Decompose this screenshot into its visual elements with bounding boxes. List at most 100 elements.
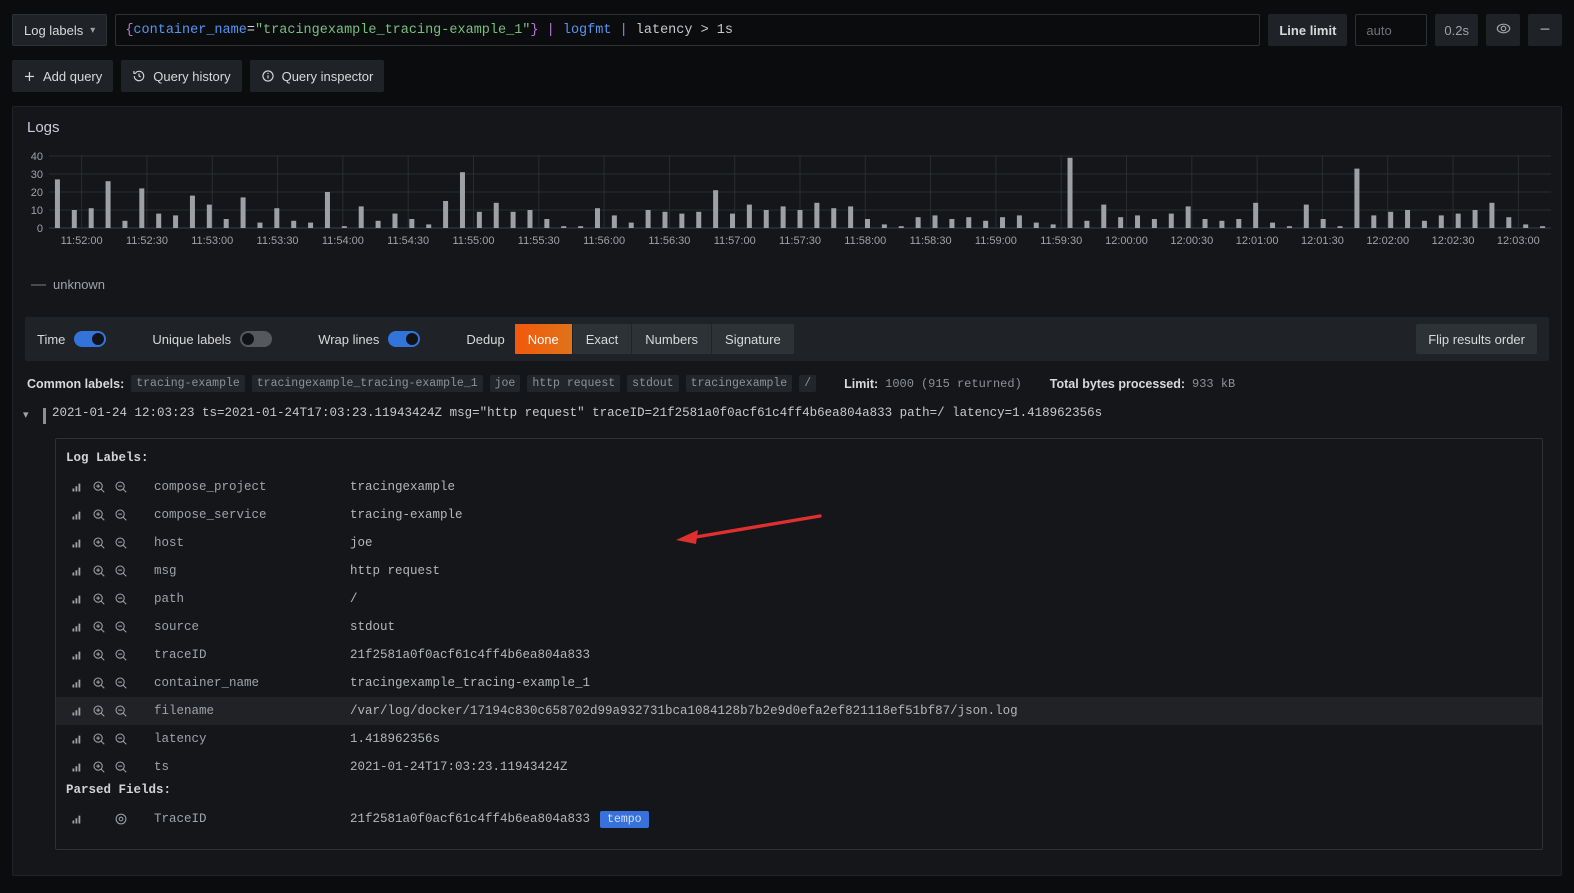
query-token-label: container_name [133, 22, 247, 38]
search-plus-icon[interactable] [88, 648, 110, 662]
bar-chart-icon[interactable] [66, 509, 88, 521]
log-label-value: 2021-01-24T17:03:23.11943424Z [350, 760, 568, 774]
common-label-chip[interactable]: tracing-example [131, 375, 245, 392]
search-plus-icon[interactable] [88, 676, 110, 690]
dedup-radio-group[interactable]: None Exact Numbers Signature [514, 324, 794, 354]
search-plus-icon[interactable] [88, 536, 110, 550]
search-minus-icon[interactable] [110, 676, 132, 690]
bar-chart-icon[interactable] [66, 813, 88, 825]
search-plus-icon[interactable] [88, 480, 110, 494]
dedup-label: Dedup [466, 331, 505, 347]
common-label-chip[interactable]: tracingexample_tracing-example_1 [251, 375, 483, 392]
search-minus-icon[interactable] [110, 564, 132, 578]
common-label-chip[interactable]: tracingexample [685, 375, 793, 392]
dedup-option-numbers[interactable]: Numbers [632, 324, 713, 354]
log-label-value: tracingexample [350, 480, 456, 494]
unique-labels-toggle[interactable] [240, 331, 273, 347]
remove-query-button[interactable] [1528, 14, 1562, 46]
bar-chart-icon[interactable] [66, 649, 88, 661]
search-minus-icon[interactable] [110, 508, 132, 522]
search-minus-icon[interactable] [110, 732, 132, 746]
bar-chart-icon[interactable] [66, 593, 88, 605]
plus-icon [23, 70, 36, 83]
toggle-visibility-button[interactable] [1486, 14, 1520, 46]
log-label-value: 21f2581a0f0acf61c4ff4b6ea804a833 [350, 648, 591, 662]
log-label-row[interactable]: ts 2021-01-24T17:03:23.11943424Z [56, 753, 1542, 781]
unique-labels-label: Unique labels [152, 331, 232, 347]
common-label-chip[interactable]: / [799, 375, 817, 392]
bar-chart-icon[interactable] [66, 565, 88, 577]
chevron-down-icon[interactable]: ▾ [23, 406, 37, 421]
common-label-chip[interactable]: http request [527, 375, 621, 392]
search-plus-icon[interactable] [88, 564, 110, 578]
common-label-chip[interactable]: stdout [627, 375, 679, 392]
log-label-row[interactable]: compose_service tracing-example [56, 501, 1542, 529]
bar-chart-icon[interactable] [66, 481, 88, 493]
svg-text:12:00:30: 12:00:30 [1170, 235, 1213, 247]
search-minus-icon[interactable] [110, 536, 132, 550]
search-minus-icon[interactable] [110, 648, 132, 662]
search-minus-icon[interactable] [110, 592, 132, 606]
wrap-lines-toggle[interactable] [388, 331, 421, 347]
bar-chart-icon[interactable] [66, 537, 88, 549]
search-plus-icon[interactable] [88, 620, 110, 634]
svg-text:11:52:00: 11:52:00 [61, 235, 103, 247]
log-labels-label: Log labels [24, 22, 84, 38]
log-label-row[interactable]: path / [56, 585, 1542, 613]
search-plus-icon[interactable] [88, 508, 110, 522]
dedup-option-none[interactable]: None [514, 324, 573, 354]
tempo-link-badge[interactable]: tempo [600, 810, 649, 828]
histogram-svg: 0 10 20 30 40 11:52:00 11:52:30 11:53:00 11:53:3… [31, 151, 1551, 247]
log-label-row[interactable]: host joe [56, 529, 1542, 557]
bar-chart-icon[interactable] [66, 705, 88, 717]
log-label-row[interactable]: traceID 21f2581a0f0acf61c4ff4b6ea804a833 [56, 641, 1542, 669]
bar-chart-icon[interactable] [66, 677, 88, 689]
bar-chart-icon[interactable] [66, 621, 88, 633]
option-time[interactable]: Time [37, 331, 107, 347]
logs-histogram[interactable]: 0 10 20 30 40 11:52:00 11:52:30 11:53:00 11:53:3… [13, 150, 1561, 270]
bytes-processed-value: 933 kB [1192, 376, 1236, 391]
eye-target-icon[interactable] [110, 812, 132, 826]
search-plus-icon[interactable] [88, 760, 110, 774]
svg-text:11:57:00: 11:57:00 [714, 235, 756, 247]
query-input[interactable]: {container_name = "tracingexample_tracing-… [115, 14, 1261, 46]
log-labels-dropdown[interactable]: Log labels ▾ [12, 14, 108, 46]
svg-text:12:03:00: 12:03:00 [1497, 235, 1540, 247]
dedup-option-signature[interactable]: Signature [712, 324, 794, 354]
bar-chart-icon[interactable] [66, 733, 88, 745]
bar-chart-icon[interactable] [66, 761, 88, 773]
dedup-option-exact[interactable]: Exact [572, 324, 633, 354]
search-minus-icon[interactable] [110, 480, 132, 494]
search-plus-icon[interactable] [88, 592, 110, 606]
svg-text:11:58:30: 11:58:30 [910, 235, 952, 247]
log-details-panel: Log Labels: compose_project tracingexampl… [55, 438, 1543, 850]
search-plus-icon[interactable] [88, 704, 110, 718]
query-inspector-button[interactable]: Query inspector [249, 60, 385, 92]
option-unique-labels[interactable]: Unique labels [152, 331, 273, 347]
log-label-row[interactable]: container_name tracingexample_tracing-exa… [56, 669, 1542, 697]
log-label-row[interactable]: latency 1.418962356s [56, 725, 1542, 753]
bytes-processed-label: Total bytes processed: [1049, 376, 1186, 391]
log-label-value: / [350, 592, 358, 606]
query-history-button[interactable]: Query history [121, 60, 242, 92]
log-labels-heading: Log Labels: [66, 451, 149, 465]
option-wrap-lines[interactable]: Wrap lines [318, 331, 421, 347]
log-label-key: filename [154, 704, 215, 718]
add-query-button[interactable]: Add query [12, 60, 114, 92]
search-minus-icon[interactable] [110, 704, 132, 718]
log-label-row[interactable]: msg http request [56, 557, 1542, 585]
line-limit-input[interactable]: auto [1355, 14, 1428, 46]
log-label-row[interactable]: source stdout [56, 613, 1542, 641]
search-minus-icon[interactable] [110, 760, 132, 774]
log-label-key: compose_service [154, 508, 267, 522]
flip-results-order-button[interactable]: Flip results order [1416, 324, 1537, 354]
log-label-row[interactable]: compose_project tracingexample [56, 473, 1542, 501]
search-minus-icon[interactable] [110, 620, 132, 634]
search-plus-icon[interactable] [88, 732, 110, 746]
log-label-row[interactable]: filename/var/log/docker/17194c830c658702… [56, 697, 1542, 725]
chart-legend[interactable]: — unknown [13, 270, 1561, 293]
log-entry-row[interactable]: ▾ 2021-01-24 12:03:23 ts=2021-01-24T17:0… [13, 392, 1561, 424]
time-toggle[interactable] [74, 331, 107, 347]
parsed-field-row[interactable]: TraceID 21f2581a0f0acf61c4ff4b6ea804a833 t… [56, 805, 1542, 833]
common-label-chip[interactable]: joe [489, 375, 521, 392]
